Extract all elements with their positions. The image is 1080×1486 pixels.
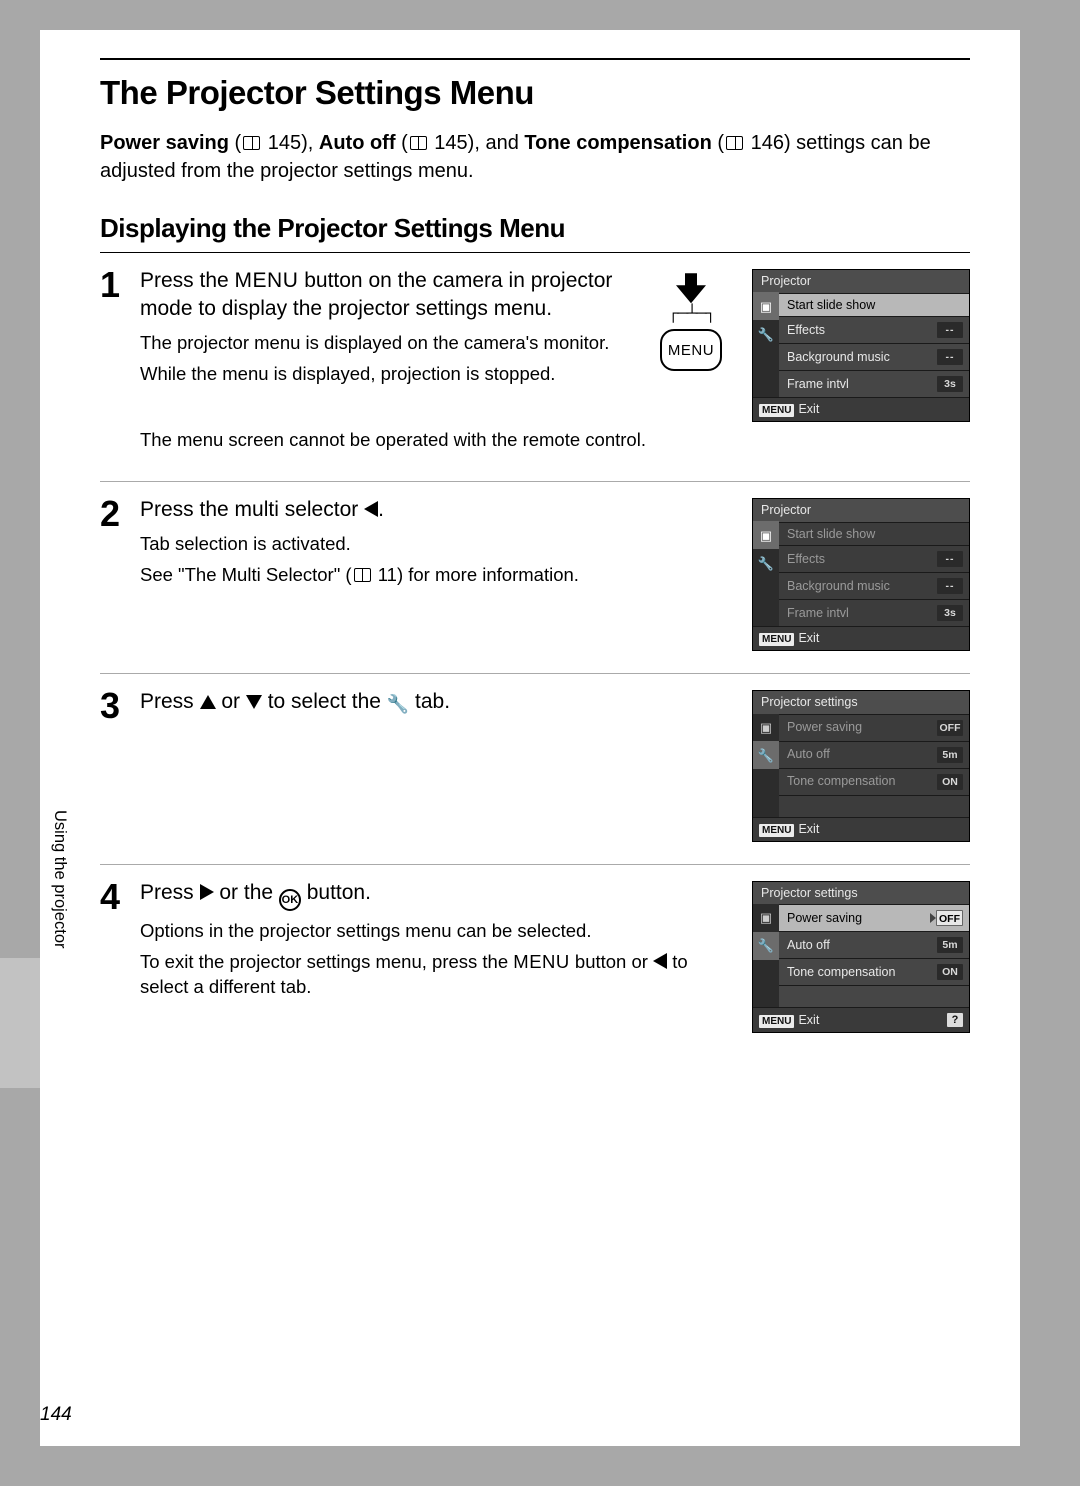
step4-sub1: Options in the projector settings menu c… (140, 919, 730, 944)
step4-lead: Press or the OK button. (140, 879, 730, 911)
book-icon (726, 136, 743, 150)
step1-sub2: While the menu is displayed, projection … (140, 362, 624, 387)
wrench-tab-icon: 🔧 (753, 549, 779, 577)
projector-tab-icon: ▣ (753, 521, 779, 549)
page-title: The Projector Settings Menu (100, 74, 970, 112)
step2-sub1: Tab selection is activated. (140, 532, 730, 557)
book-icon (354, 568, 371, 582)
lcd-screenshot-settings-active: Projector settings ▣ 🔧 Power savingOFF A… (752, 881, 970, 1034)
book-icon (410, 136, 427, 150)
lcd-screenshot-projector-dim: Projector ▣ 🔧 Start slide show Effects--… (752, 498, 970, 651)
step4-sub2: To exit the projector settings menu, pre… (140, 950, 730, 1000)
step2-lead: Press the multi selector . (140, 496, 730, 524)
step1-lead: Press the MENU button on the camera in p… (140, 267, 624, 322)
projector-tab-icon: ▣ (753, 713, 779, 741)
book-icon (243, 136, 260, 150)
step-number: 2 (100, 496, 126, 651)
step1-sub1: The projector menu is displayed on the c… (140, 331, 624, 356)
step-number: 3 (100, 688, 126, 842)
section-heading: Displaying the Projector Settings Menu (100, 213, 970, 244)
projector-tab-icon: ▣ (753, 292, 779, 320)
step3-lead: Press or to select the 🔧 tab. (140, 688, 730, 717)
side-section-label: Using the projector (50, 810, 69, 949)
step-number: 4 (100, 879, 126, 1034)
ok-button-icon: OK (279, 889, 301, 911)
lcd-screenshot-settings-dim: Projector settings ▣ 🔧 Power savingOFF A… (752, 690, 970, 842)
wrench-icon: 🔧 (387, 693, 409, 717)
wrench-tab-icon: 🔧 (753, 741, 779, 769)
step-number: 1 (100, 267, 126, 459)
page-number: 144 (40, 1404, 72, 1426)
menu-button-illustration: ┌─┴─┐ MENU (646, 273, 736, 403)
triangle-up-icon (200, 695, 216, 709)
help-icon: ? (947, 1013, 963, 1027)
wrench-tab-icon: 🔧 (753, 932, 779, 960)
wrench-tab-icon: 🔧 (753, 320, 779, 348)
triangle-right-icon (200, 884, 214, 900)
lcd-screenshot-projector: Projector ▣ 🔧 Start slide show Effects--… (752, 269, 970, 422)
projector-tab-icon: ▣ (753, 904, 779, 932)
step2-sub2: See "The Multi Selector" ( 11) for more … (140, 563, 730, 588)
triangle-left-icon (364, 501, 378, 517)
step1-sub3: The menu screen cannot be operated with … (140, 428, 970, 453)
triangle-down-icon (246, 695, 262, 709)
intro-text: Power saving ( 145), Auto off ( 145), an… (100, 130, 970, 185)
down-arrow-icon (676, 273, 706, 303)
triangle-left-icon (653, 953, 667, 969)
